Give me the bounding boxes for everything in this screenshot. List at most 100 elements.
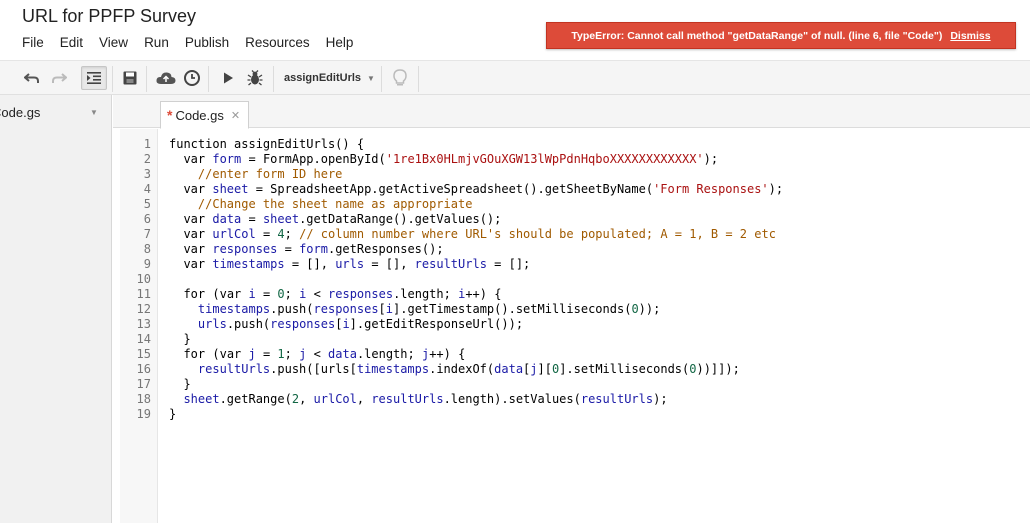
code-token: // column number where URL's should be p… bbox=[299, 227, 776, 241]
code-line[interactable]: 8 var responses = form.getResponses(); bbox=[113, 242, 1030, 257]
code-token: = bbox=[241, 212, 263, 226]
code-token: = FormApp.openById( bbox=[241, 152, 386, 166]
code-token: function bbox=[169, 137, 235, 151]
code-token: , bbox=[299, 392, 314, 406]
dismiss-link[interactable]: Dismiss bbox=[950, 30, 990, 42]
menu-edit[interactable]: Edit bbox=[60, 35, 90, 50]
line-number: 6 bbox=[143, 212, 151, 226]
code-line-content: resultUrls.push([urls[timestamps.indexOf… bbox=[169, 362, 740, 377]
code-token: .getRange( bbox=[219, 392, 292, 406]
code-line[interactable]: 17 } bbox=[113, 377, 1030, 392]
code-line[interactable]: 14 } bbox=[113, 332, 1030, 347]
menu-file[interactable]: File bbox=[22, 35, 51, 50]
run-icon[interactable] bbox=[216, 66, 240, 90]
document-title[interactable]: URL for PPFP Survey bbox=[22, 6, 196, 27]
code-line[interactable]: 6 var data = sheet.getDataRange().getVal… bbox=[113, 212, 1030, 227]
code-line[interactable]: 13 urls.push(responses[i].getEditRespons… bbox=[113, 317, 1030, 332]
code-token: , bbox=[356, 392, 372, 406]
code-line[interactable]: 16 resultUrls.push([urls[timestamps.inde… bbox=[113, 362, 1030, 377]
code-token: ].setMilliseconds( bbox=[559, 362, 690, 376]
code-line[interactable]: 3 //enter form ID here bbox=[113, 167, 1030, 182]
code-line[interactable]: 2 var form = FormApp.openById('1re1Bx0HL… bbox=[113, 152, 1030, 167]
code-token: [ bbox=[378, 302, 386, 316]
close-icon[interactable]: ✕ bbox=[231, 109, 240, 122]
code-token: form bbox=[212, 152, 242, 166]
code-token: //Change the sheet name as appropriate bbox=[169, 197, 473, 211]
code-token: ))]]); bbox=[696, 362, 740, 376]
code-token: for bbox=[169, 347, 213, 361]
code-token: } bbox=[169, 377, 191, 391]
toolbar: assignEditUrls ▼ bbox=[0, 60, 1030, 95]
code-token: var bbox=[169, 182, 213, 196]
code-token: ; bbox=[284, 227, 300, 241]
line-number: 19 bbox=[136, 407, 151, 421]
line-number: 5 bbox=[143, 197, 151, 211]
redo-icon[interactable] bbox=[47, 66, 71, 90]
code-token: urlCol bbox=[212, 227, 256, 241]
code-token: timestamps bbox=[212, 257, 285, 271]
code-token: .push([urls[ bbox=[270, 362, 357, 376]
code-token: .length).setValues( bbox=[443, 392, 581, 406]
chevron-down-icon[interactable]: ▼ bbox=[90, 108, 98, 117]
code-token: = bbox=[255, 227, 278, 241]
code-line[interactable]: 12 timestamps.push(responses[i].getTimes… bbox=[113, 302, 1030, 317]
indent-icon[interactable] bbox=[81, 66, 107, 90]
code-token: timestamps bbox=[197, 302, 271, 316]
code-token: 1 bbox=[277, 347, 285, 361]
unsaved-indicator-icon: * bbox=[167, 107, 173, 123]
code-line[interactable]: 9 var timestamps = [], urls = [], result… bbox=[113, 257, 1030, 272]
line-number: 18 bbox=[136, 392, 151, 406]
code-editor[interactable]: 1 function assignEditUrls() {2 var form =… bbox=[113, 137, 1030, 422]
function-select[interactable]: assignEditUrls ▼ bbox=[284, 66, 375, 90]
code-line[interactable]: 7 var urlCol = 4; // column number where… bbox=[113, 227, 1030, 242]
code-token: resultUrls bbox=[371, 392, 444, 406]
code-token: urls bbox=[197, 317, 227, 331]
code-line[interactable]: 19} bbox=[113, 407, 1030, 422]
code-line[interactable]: 5 //Change the sheet name as appropriate bbox=[113, 197, 1030, 212]
tab-code-gs[interactable]: * Code.gs ✕ bbox=[160, 101, 250, 129]
menu-view[interactable]: View bbox=[99, 35, 135, 50]
current-project-triggers-icon[interactable] bbox=[180, 66, 204, 90]
file-item-label: Code.gs bbox=[0, 104, 41, 120]
menu-resources[interactable]: Resources bbox=[245, 35, 317, 50]
lightbulb-icon[interactable] bbox=[388, 66, 412, 90]
code-token: urlCol bbox=[313, 392, 357, 406]
code-line[interactable]: 4 var sheet = SpreadsheetApp.getActiveSp… bbox=[113, 182, 1030, 197]
code-token: .push( bbox=[226, 317, 271, 331]
menu-publish[interactable]: Publish bbox=[185, 35, 236, 50]
toolbar-separator bbox=[418, 66, 419, 92]
code-line[interactable]: 18 sheet.getRange(2, urlCol, resultUrls.… bbox=[113, 392, 1030, 407]
code-token: = []; bbox=[486, 257, 531, 271]
code-token: responses bbox=[270, 317, 336, 331]
toolbar-separator bbox=[381, 66, 382, 92]
code-token: ].getTimestamp().setMilliseconds( bbox=[393, 302, 632, 316]
code-line-content: var sheet = SpreadsheetApp.getActiveSpre… bbox=[169, 182, 783, 197]
menu-run[interactable]: Run bbox=[144, 35, 176, 50]
code-line-content: var responses = form.getResponses(); bbox=[169, 242, 443, 257]
debug-icon[interactable] bbox=[243, 66, 267, 90]
line-number: 1 bbox=[143, 137, 151, 151]
code-token: urls bbox=[335, 257, 365, 271]
code-token: ( bbox=[212, 287, 220, 301]
code-token: assignEditUrls() { bbox=[234, 137, 365, 151]
line-number: 12 bbox=[136, 302, 151, 316]
code-line-content: function assignEditUrls() { bbox=[169, 137, 364, 152]
code-line[interactable]: 1 function assignEditUrls() { bbox=[113, 137, 1030, 152]
file-item[interactable]: Code.gs ▼ bbox=[0, 101, 111, 123]
code-token: resultUrls bbox=[580, 392, 654, 406]
code-token: ); bbox=[768, 182, 784, 196]
code-token: 0 bbox=[277, 287, 285, 301]
menu-help[interactable]: Help bbox=[326, 35, 361, 50]
code-line[interactable]: 15 for (var j = 1; j < data.length; j++)… bbox=[113, 347, 1030, 362]
triggers-icon[interactable] bbox=[154, 66, 178, 90]
code-line[interactable]: 11 for (var i = 0; i < responses.length;… bbox=[113, 287, 1030, 302]
save-icon[interactable] bbox=[118, 66, 142, 90]
code-token: 0 bbox=[631, 302, 639, 316]
code-token: ; bbox=[284, 287, 300, 301]
code-token: responses bbox=[328, 287, 394, 301]
error-banner: TypeError: Cannot call method "getDataRa… bbox=[546, 22, 1016, 49]
code-line[interactable]: 10 bbox=[113, 272, 1030, 287]
undo-icon[interactable] bbox=[20, 66, 44, 90]
